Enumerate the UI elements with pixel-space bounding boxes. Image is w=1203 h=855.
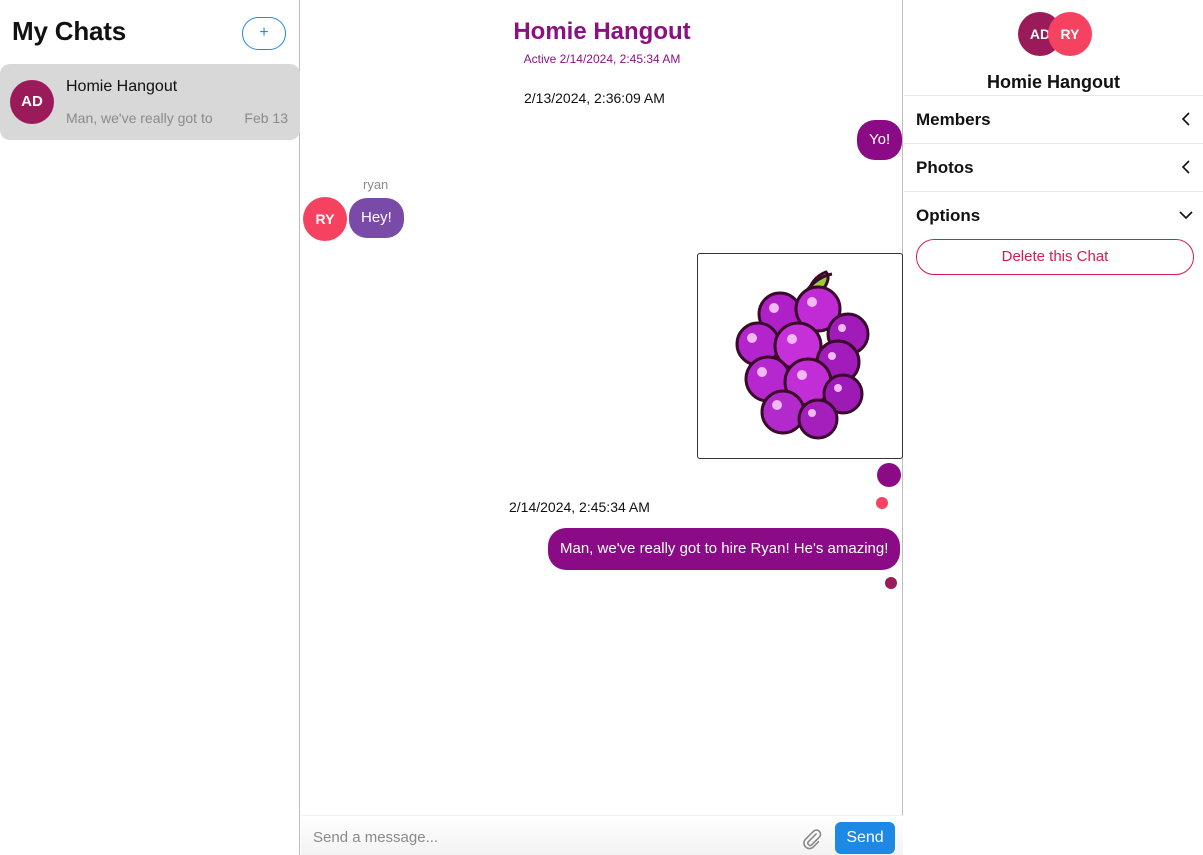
chat-details-panel: AD RY Homie Hangout Members Photos Optio… — [904, 0, 1203, 855]
member-avatars: AD RY — [1018, 12, 1092, 56]
chevron-left-icon — [1181, 112, 1190, 126]
message-sender-name: ryan — [363, 177, 389, 192]
section-label: Photos — [916, 158, 974, 177]
grapes-sticker-image — [735, 270, 870, 440]
read-receipt-avatar — [876, 497, 888, 509]
avatar: AD — [10, 80, 54, 124]
sidebar-header: My Chats + — [0, 0, 300, 64]
photos-section-toggle[interactable]: Photos — [904, 143, 1203, 191]
paperclip-icon[interactable] — [801, 828, 823, 850]
read-receipt-avatar — [885, 577, 897, 589]
send-button[interactable]: Send — [835, 822, 895, 854]
chat-list-sidebar: My Chats + AD Homie Hangout Man, we've r… — [0, 0, 300, 855]
message-timestamp: 2/13/2024, 2:36:09 AM — [524, 90, 665, 106]
chat-active-status: Active 2/14/2024, 2:45:34 AM — [523, 52, 681, 66]
message-bubble-other: Hey! — [349, 198, 404, 238]
chevron-down-icon — [1179, 211, 1193, 220]
section-label: Options — [916, 206, 981, 225]
chat-title: Homie Hangout — [513, 18, 691, 45]
chat-list-item[interactable]: AD Homie Hangout Man, we've really got t… — [0, 64, 300, 140]
members-section-toggle[interactable]: Members — [904, 95, 1203, 143]
message-composer: Send — [301, 815, 903, 855]
message-image[interactable] — [697, 253, 903, 459]
chat-list-item-preview: Man, we've really got to hire Ryan! He's… — [66, 110, 212, 126]
delete-chat-button[interactable]: Delete this Chat — [916, 239, 1194, 275]
chevron-left-icon — [1181, 160, 1190, 174]
message-timestamp: 2/14/2024, 2:45:34 AM — [509, 499, 650, 515]
new-chat-button[interactable]: + — [242, 17, 286, 50]
avatar: RY — [1048, 12, 1092, 56]
details-title: Homie Hangout — [987, 72, 1120, 92]
options-section-toggle[interactable]: Options — [904, 191, 1203, 239]
avatar: RY — [303, 197, 347, 241]
section-label: Members — [916, 110, 991, 129]
message-input[interactable] — [313, 825, 783, 849]
message-bubble-own: Yo! — [857, 120, 903, 160]
chat-window: Homie Hangout Active 2/14/2024, 2:45:34 … — [301, 0, 903, 855]
message-bubble-own — [877, 463, 901, 487]
message-bubble-own: Man, we've really got to hire Ryan! He's… — [548, 528, 901, 570]
sidebar-title: My Chats — [12, 16, 126, 46]
chat-list-item-name: Homie Hangout — [66, 78, 178, 95]
chat-list-item-date: Feb 13 — [244, 110, 288, 126]
